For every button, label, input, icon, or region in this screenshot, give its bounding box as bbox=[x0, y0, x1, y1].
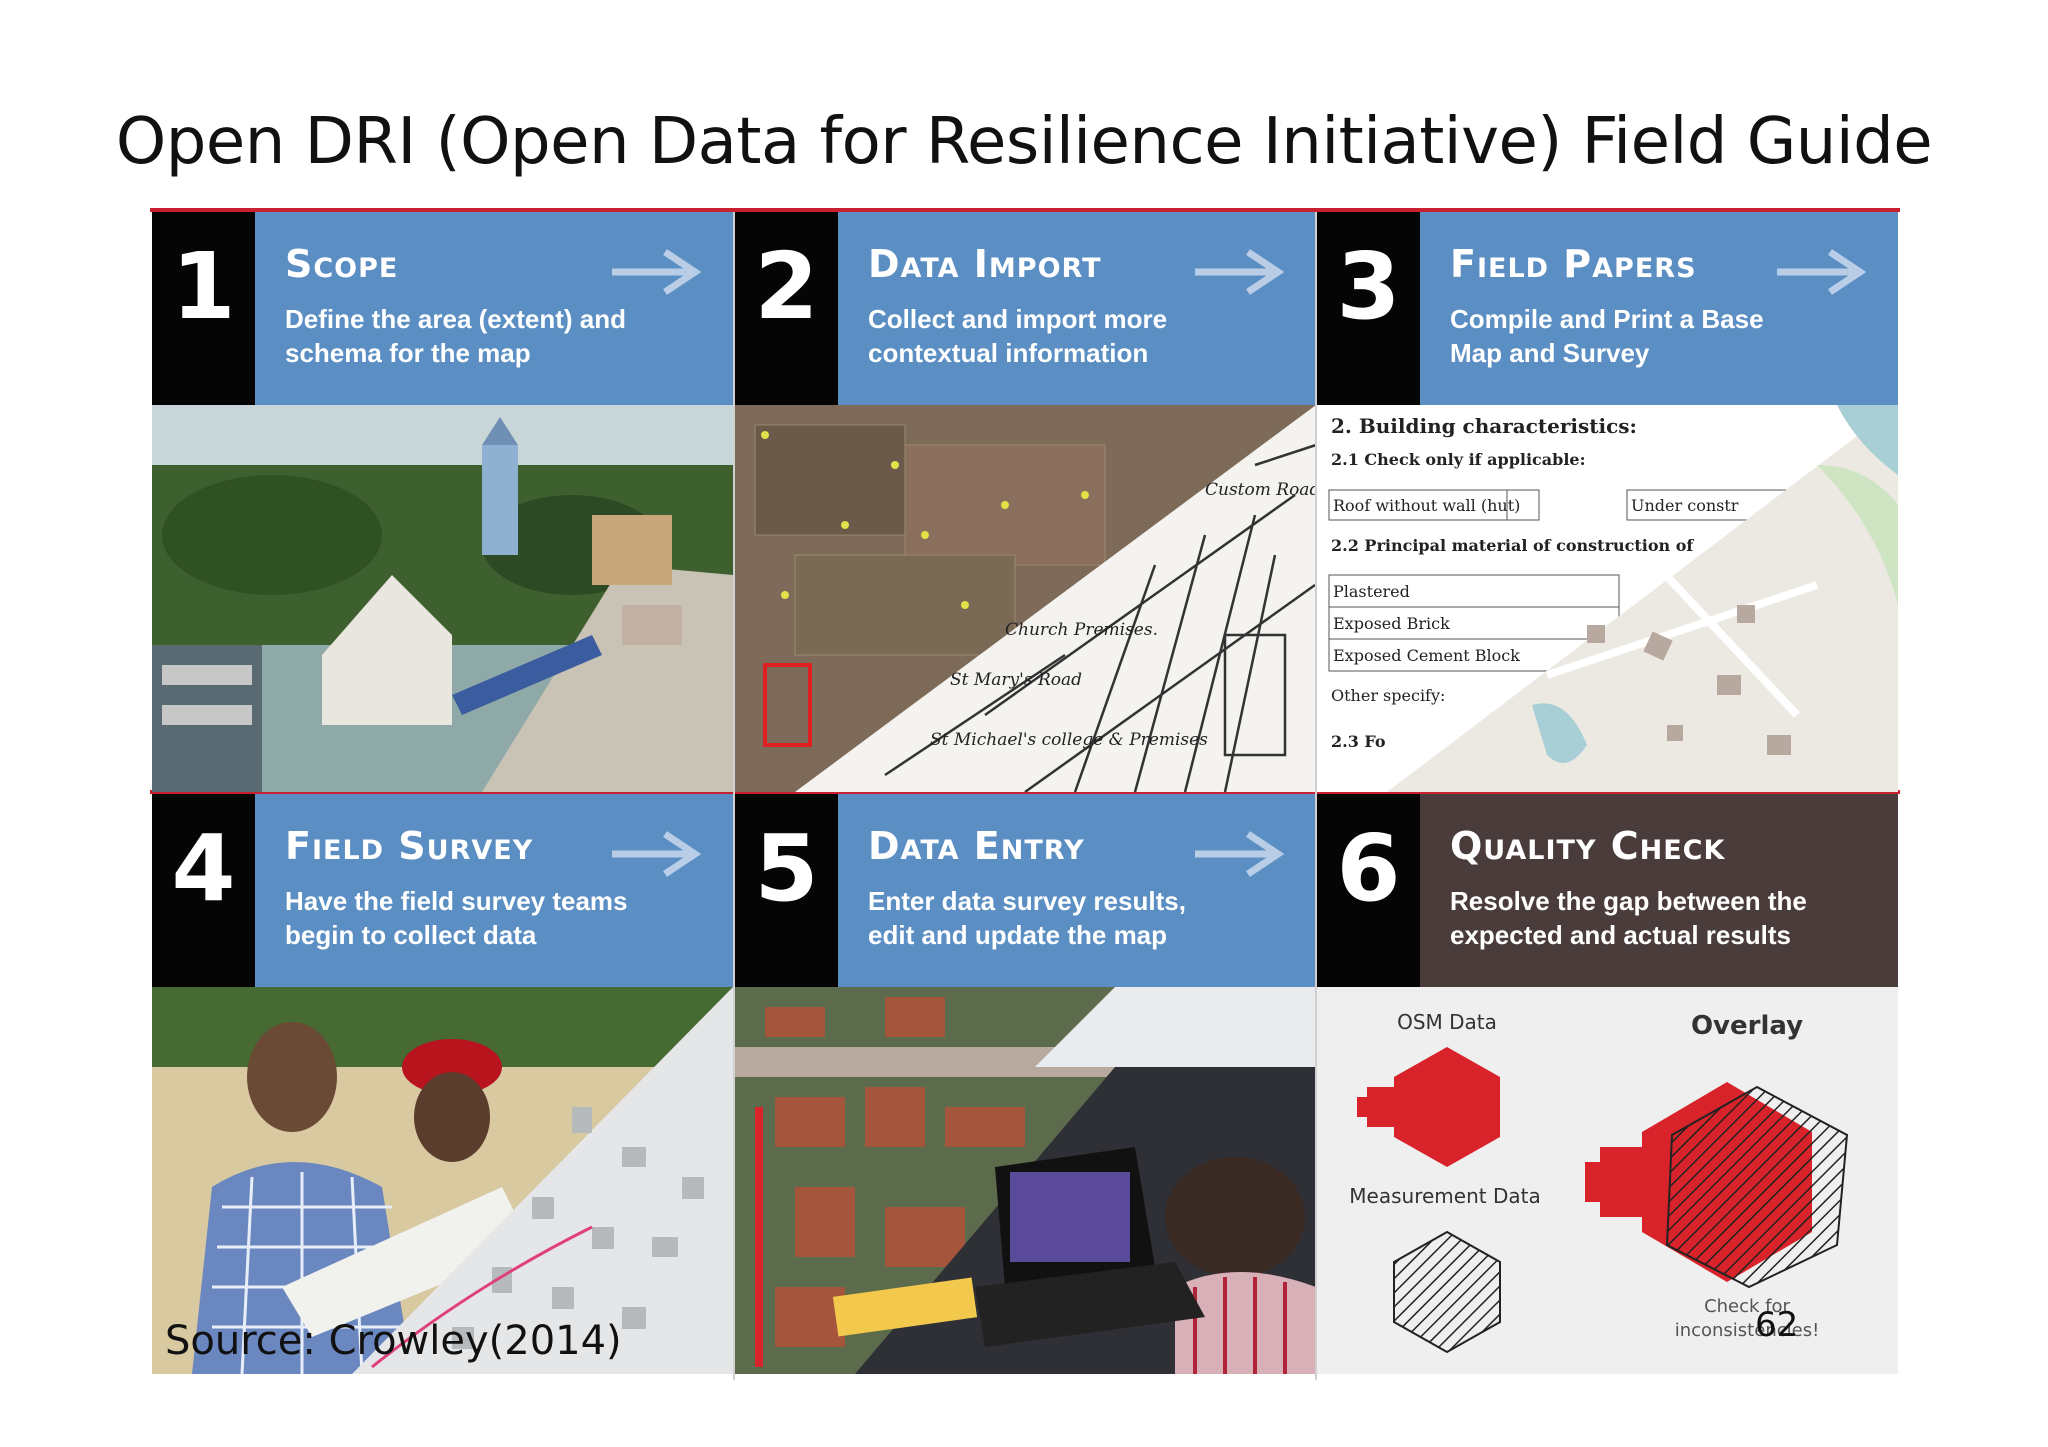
page-title: Open DRI (Open Data for Resilience Initi… bbox=[115, 105, 1933, 179]
step-number: 4 bbox=[152, 794, 255, 987]
form-question: 2.1 Check only if applicable: bbox=[1331, 450, 1586, 469]
panel-data-import: 2 Data Import Collect and import more co… bbox=[735, 212, 1316, 792]
panel-scope: 1 Scope Define the area (extent) and sch… bbox=[152, 212, 733, 792]
field-guide-grid: 1 Scope Define the area (extent) and sch… bbox=[150, 208, 1900, 1380]
map-label: St Michael's college & Premises bbox=[930, 730, 1208, 750]
panel-banner: 2 Data Import Collect and import more co… bbox=[735, 212, 1316, 405]
source-caption: Source: Crowley(2014) bbox=[165, 1318, 622, 1364]
panel-banner: 3 Field Papers Compile and Print a Base … bbox=[1317, 212, 1898, 405]
form-option: Roof without wall (hut) bbox=[1333, 496, 1520, 515]
step-title: Scope bbox=[285, 242, 399, 286]
osm-data-label: OSM Data bbox=[1397, 1010, 1497, 1034]
field-survey-photo bbox=[152, 987, 733, 1374]
panel-banner: 1 Scope Define the area (extent) and sch… bbox=[152, 212, 733, 405]
overlay-label: Overlay bbox=[1691, 1011, 1803, 1041]
step-title: Data Entry bbox=[868, 824, 1085, 868]
form-option: Other specify: bbox=[1331, 686, 1445, 705]
step-title: Field Papers bbox=[1450, 242, 1697, 286]
town-photo bbox=[152, 405, 733, 792]
step-number: 6 bbox=[1317, 794, 1420, 987]
step-description: Compile and Print a Base Map and Survey bbox=[1450, 304, 1764, 368]
panel-banner: 4 Field Survey Have the field survey tea… bbox=[152, 794, 733, 987]
step-description: Resolve the gap between the expected and… bbox=[1450, 886, 1807, 950]
map-label: Custom Road bbox=[1205, 480, 1316, 500]
measurement-data-label: Measurement Data bbox=[1349, 1184, 1540, 1208]
panel-banner: 5 Data Entry Enter data survey results, … bbox=[735, 794, 1316, 987]
step-number: 2 bbox=[735, 212, 838, 405]
form-option: Exposed Brick bbox=[1333, 614, 1450, 633]
step-number: 1 bbox=[152, 212, 255, 405]
step-description: Collect and import more contextual infor… bbox=[868, 304, 1168, 368]
panel-field-papers: 3 Field Papers Compile and Print a Base … bbox=[1317, 212, 1898, 792]
panel-field-survey: 4 Field Survey Have the field survey tea… bbox=[152, 794, 733, 1374]
map-label: Church Premises. bbox=[1005, 620, 1158, 640]
step-title: Field Survey bbox=[285, 824, 534, 868]
survey-form-and-base-map: 2. Building characteristics: 2.1 Check o… bbox=[1317, 405, 1898, 792]
form-option: Plastered bbox=[1333, 582, 1410, 601]
map-label: St Mary's Road bbox=[950, 670, 1082, 690]
satellite-and-hand-map: Church Premises. St Mary's Road St Micha… bbox=[735, 405, 1316, 792]
step-description: Enter data survey results, edit and upda… bbox=[868, 886, 1186, 950]
form-heading: 2. Building characteristics: bbox=[1331, 414, 1637, 438]
panel-data-entry: 5 Data Entry Enter data survey results, … bbox=[735, 794, 1316, 1374]
form-option: Under constr bbox=[1631, 496, 1739, 515]
arrow-right-icon bbox=[1195, 249, 1285, 295]
step-number: 5 bbox=[735, 794, 838, 987]
form-option: Exposed Cement Block bbox=[1333, 646, 1520, 665]
page-number: 62 bbox=[1755, 1305, 1799, 1345]
arrow-right-icon bbox=[612, 831, 702, 877]
step-description: Have the field survey teams begin to col… bbox=[285, 886, 628, 950]
arrow-right-icon bbox=[1777, 249, 1867, 295]
step-number: 3 bbox=[1317, 212, 1420, 405]
panel-banner: 6 Quality Check Resolve the gap between … bbox=[1317, 794, 1898, 987]
step-description: Define the area (extent) and schema for … bbox=[285, 304, 626, 368]
arrow-right-icon bbox=[1195, 831, 1285, 877]
arrow-right-icon bbox=[612, 249, 702, 295]
step-title: Quality Check bbox=[1450, 824, 1726, 868]
quality-check-diagram: OSM Data Measurement Data Overlay Check … bbox=[1317, 987, 1898, 1374]
data-entry-photo bbox=[735, 987, 1316, 1374]
column-divider bbox=[733, 212, 735, 1380]
column-divider bbox=[1315, 212, 1317, 1380]
panel-quality-check: 6 Quality Check Resolve the gap between … bbox=[1317, 794, 1898, 1374]
form-question: 2.3 Fo bbox=[1331, 732, 1386, 751]
form-question: 2.2 Principal material of construction o… bbox=[1331, 536, 1694, 555]
step-title: Data Import bbox=[868, 242, 1102, 286]
